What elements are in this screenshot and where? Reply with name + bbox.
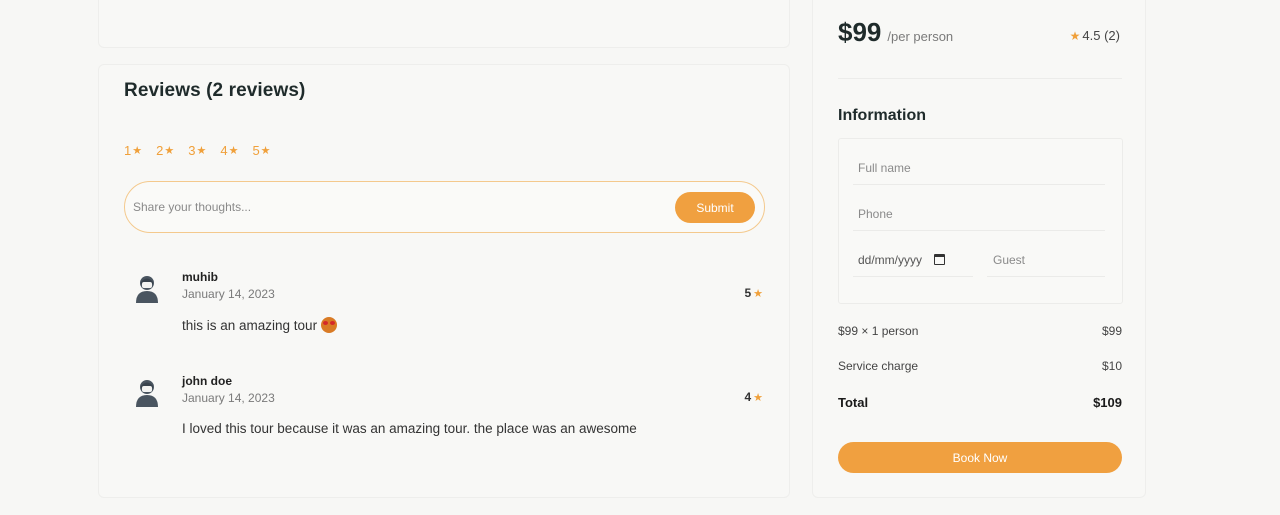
star-icon: ★ [753,287,763,300]
review-text-content: I loved this tour because it was an amaz… [182,421,637,436]
rating-filter-value: 2 [156,143,164,158]
review-input[interactable] [133,192,663,222]
star-icon: ★ [753,391,763,404]
summary-amount: $109 [1093,395,1122,410]
overall-rating-value: 4.5 (2) [1082,28,1120,43]
rating-filter-4[interactable]: 4 ★ [220,143,238,158]
user-avatar-icon [136,380,158,407]
review-item: muhib January 14, 2023 5 ★ this is an ama… [133,267,763,337]
user-avatar-icon [136,276,158,303]
rating-filter-5[interactable]: 5 ★ [252,143,270,158]
full-name-field[interactable] [853,151,1105,185]
phone-field[interactable] [853,197,1105,231]
star-struck-emoji-icon [321,317,338,333]
submit-button[interactable]: Submit [675,192,755,223]
reviews-card: Reviews (2 reviews) 1★ 2★ 3★ 4★ 5★ Submi… [98,64,790,498]
reviewer-name: muhib [182,270,218,284]
rating-filter-3[interactable]: 3 ★ [188,143,206,158]
review-date: January 14, 2023 [182,391,275,405]
rating-filter-value: 3 [188,143,196,158]
star-icon: ★ [196,145,207,157]
information-title: Information [838,107,926,124]
rating-filter-value: 5 [252,143,260,158]
review-text: this is an amazing tour [182,317,338,333]
summary-label: Service charge [838,359,919,373]
review-rating-value: 4 [744,390,752,404]
star-icon: ★ [164,145,175,157]
summary-row-total: Total $109 [838,395,1122,410]
review-rating: 5 ★ [744,286,763,300]
summary-label: Total [838,395,869,410]
price-row: $99 /per person [838,17,953,48]
reviews-title: Reviews (2 reviews) [124,80,306,101]
booking-card: $99 /per person ★4.5 (2) Information dd/… [812,0,1146,498]
tour-price: $99 [838,17,882,47]
booking-form: dd/mm/yyyy [838,138,1123,304]
star-icon: ★ [132,145,143,157]
star-icon: ★ [260,145,271,157]
divider [838,78,1122,79]
summary-row-price: $99 × 1 person $99 [838,324,1122,338]
date-field-placeholder: dd/mm/yyyy [858,252,923,267]
rating-filters: 1 ★ 2 ★ 3 ★ 4 ★ 5 ★ [124,143,271,158]
review-text: I loved this tour because it was an amaz… [182,421,637,436]
calendar-icon[interactable] [934,254,946,265]
previous-section-card [98,0,790,48]
summary-row-service-charge: Service charge $10 [838,359,1122,373]
overall-rating: ★ 4.5 (2) [1070,28,1120,43]
rating-filter-value: 4 [220,143,228,158]
per-person-label: /per person [887,29,954,44]
review-item: john doe January 14, 2023 4 ★ I loved thi… [133,371,763,441]
date-field[interactable]: dd/mm/yyyy [853,243,973,277]
review-form: Submit [124,181,765,233]
review-text-content: this is an amazing tour [182,318,318,333]
review-rating: 4 ★ [744,390,763,404]
rating-filter-2[interactable]: 2 ★ [156,143,174,158]
summary-amount: $99 [1101,324,1122,338]
summary-label: $99 × 1 person [838,324,919,338]
book-now-button[interactable]: Book Now [838,442,1122,473]
rating-filter-1[interactable]: 1 ★ [124,143,142,158]
guest-field[interactable] [987,243,1105,277]
summary-amount: $10 [1101,359,1122,373]
review-rating-value: 5 [744,286,752,300]
review-date: January 14, 2023 [182,287,275,301]
reviewer-name: john doe [182,374,232,388]
star-icon: ★ [228,145,239,157]
rating-filter-value: 1 [124,143,132,158]
star-icon: ★ [1069,28,1081,43]
